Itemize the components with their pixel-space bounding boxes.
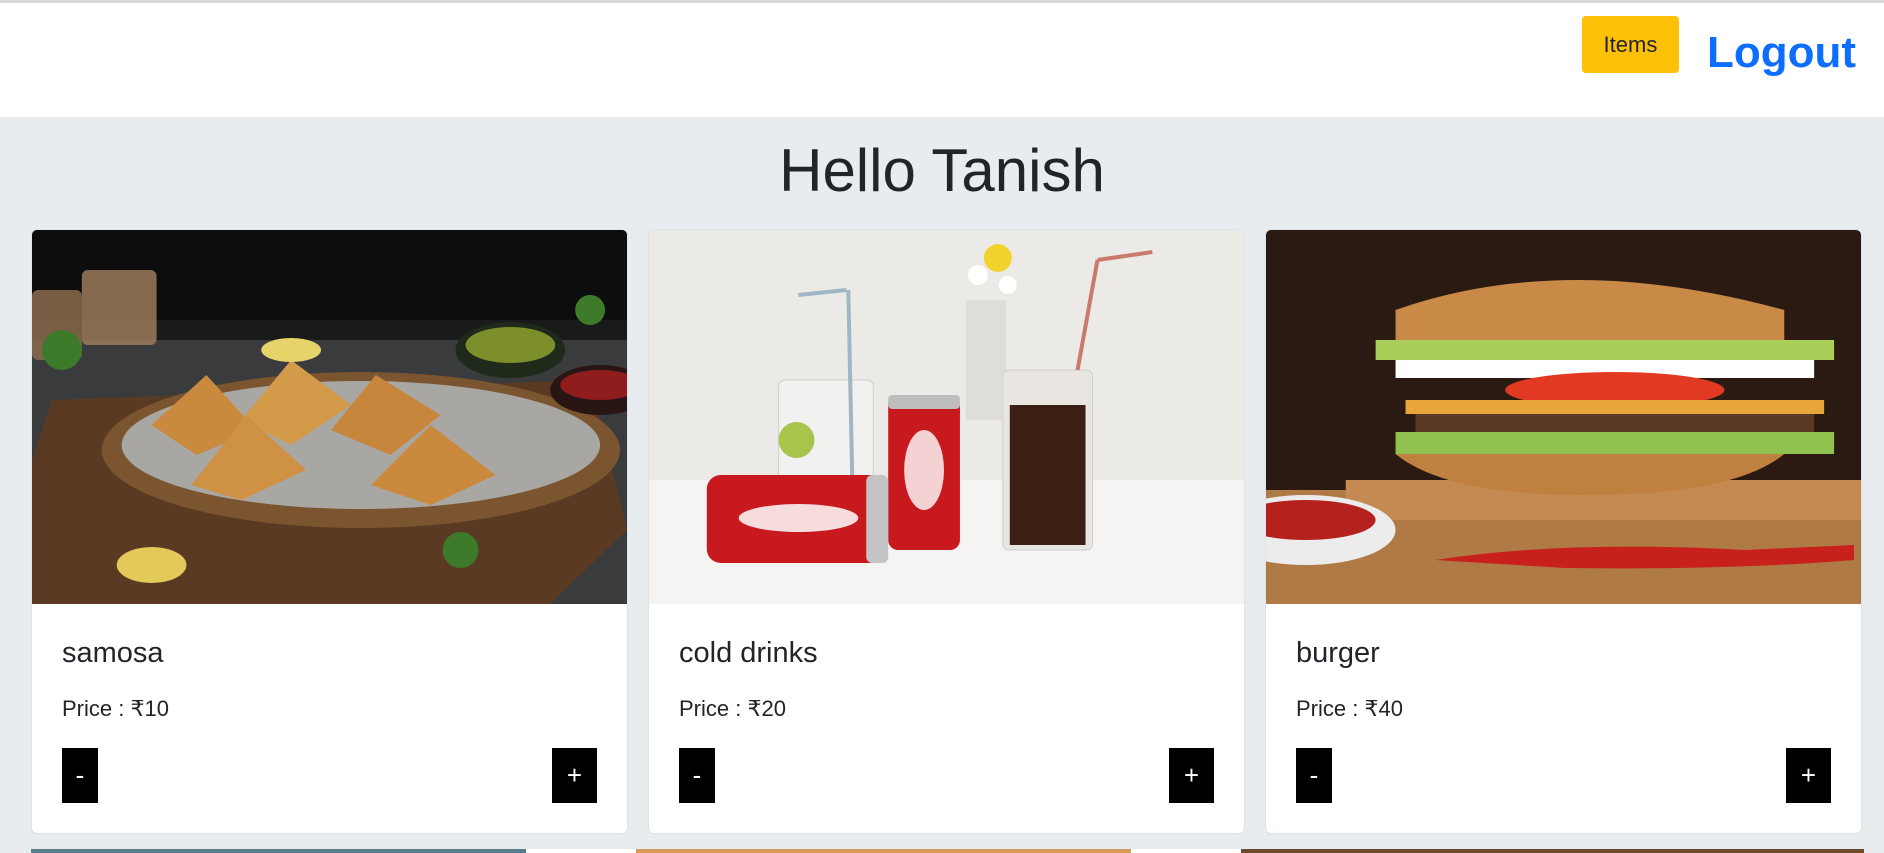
logout-link[interactable]: Logout <box>1707 25 1856 81</box>
price-label: Price : <box>62 696 125 721</box>
burger-image <box>1266 230 1861 604</box>
navbar: Items Logout <box>0 3 1884 117</box>
product-name: cold drinks <box>679 637 818 669</box>
price-value: ₹10 <box>130 696 169 721</box>
product-price: Price : ₹20 <box>679 696 1214 722</box>
samosa-image <box>32 230 627 604</box>
product-price: Price : ₹10 <box>62 696 597 722</box>
increase-quantity-button[interactable]: + <box>1786 748 1831 803</box>
product-price: Price : ₹40 <box>1296 696 1831 722</box>
price-value: ₹20 <box>747 696 786 721</box>
product-name: burger <box>1296 637 1380 669</box>
price-value: ₹40 <box>1364 696 1403 721</box>
cold-drinks-image <box>649 230 1244 604</box>
price-label: Price : <box>1296 696 1359 721</box>
decrease-quantity-button[interactable]: - <box>62 748 98 803</box>
greeting-heading: Hello Tanish <box>779 137 1105 204</box>
items-button[interactable]: Items <box>1581 16 1679 73</box>
next-row-cards-peek <box>31 849 1864 853</box>
decrease-quantity-button[interactable]: - <box>679 748 715 803</box>
increase-quantity-button[interactable]: + <box>552 748 597 803</box>
increase-quantity-button[interactable]: + <box>1169 748 1214 803</box>
product-grid: samosa Price : ₹10 - + cold drinks Price… <box>31 229 1862 834</box>
product-card-burger: burger Price : ₹40 - + <box>1265 229 1862 834</box>
price-label: Price : <box>679 696 742 721</box>
product-card-cold-drinks: cold drinks Price : ₹20 - + <box>648 229 1245 834</box>
product-card-samosa: samosa Price : ₹10 - + <box>31 229 628 834</box>
decrease-quantity-button[interactable]: - <box>1296 748 1332 803</box>
product-name: samosa <box>62 637 164 669</box>
